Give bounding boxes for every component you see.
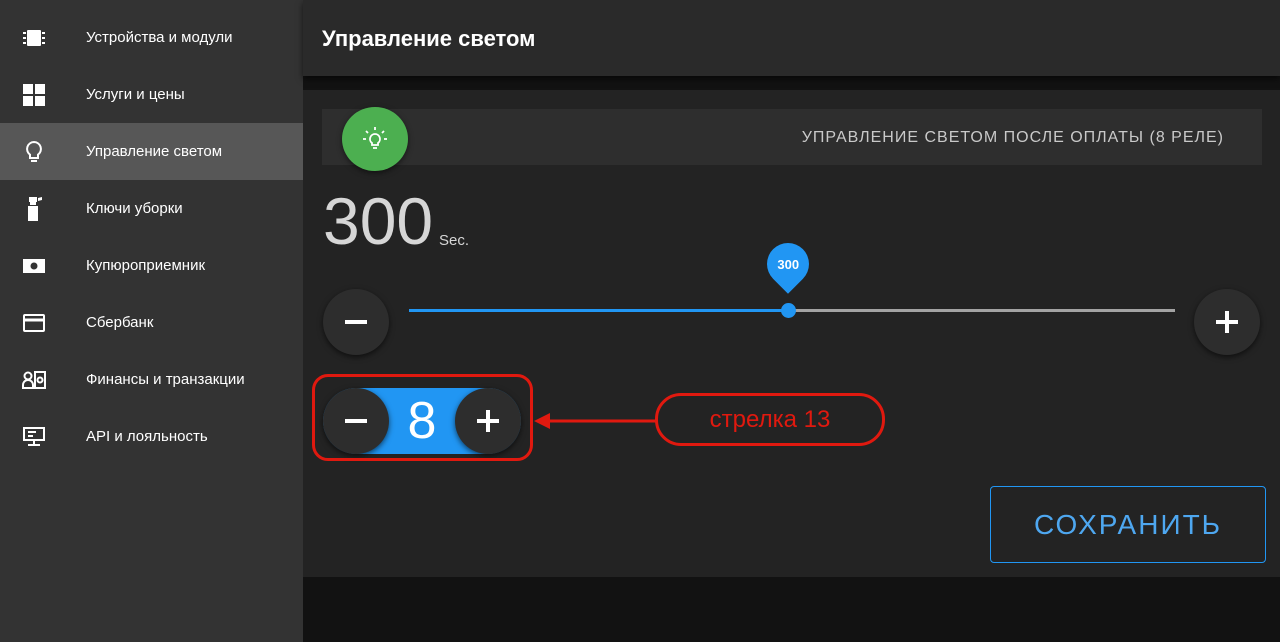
grid-icon bbox=[22, 83, 46, 107]
sidebar-item-label: API и лояльность bbox=[86, 428, 208, 445]
slider-value-bubble: 300 bbox=[758, 234, 818, 294]
credit-card-icon bbox=[22, 311, 46, 335]
spray-bottle-icon bbox=[22, 196, 46, 221]
lightbulb-icon bbox=[22, 140, 46, 164]
time-slider[interactable]: 300 bbox=[409, 234, 1175, 318]
sidebar-item-sberbank[interactable]: Сбербанк bbox=[0, 294, 303, 351]
top-bar: Управление светом bbox=[303, 0, 1280, 76]
decrease-time-button[interactable] bbox=[323, 289, 389, 355]
relay-count-stepper: 8 bbox=[323, 388, 521, 454]
monitor-icon bbox=[22, 425, 46, 449]
sidebar-item-cleaning-keys[interactable]: Ключи уборки bbox=[0, 180, 303, 237]
plus-icon bbox=[477, 410, 499, 432]
increase-relay-button[interactable] bbox=[455, 388, 521, 454]
annotation-label: стрелка 13 bbox=[655, 393, 885, 446]
sidebar-item-label: Устройства и модули bbox=[86, 29, 233, 46]
increase-time-button[interactable] bbox=[1194, 289, 1260, 355]
sidebar-item-devices[interactable]: Устройства и модули bbox=[0, 9, 303, 66]
sidebar-item-label: Купюроприемник bbox=[86, 257, 206, 274]
sidebar-item-label: Сбербанк bbox=[86, 314, 154, 331]
page-title: Управление светом bbox=[322, 26, 536, 51]
sidebar-item-label: Финансы и транзакции bbox=[86, 371, 245, 388]
decrease-relay-button[interactable] bbox=[323, 388, 389, 454]
chip-icon bbox=[22, 26, 46, 50]
banknote-icon bbox=[22, 254, 46, 278]
slider-fill bbox=[409, 309, 789, 312]
minus-icon bbox=[345, 419, 367, 423]
card-header: УПРАВЛЕНИЕ СВЕТОМ ПОСЛЕ ОПЛАТЫ (8 РЕЛЕ) bbox=[322, 109, 1262, 165]
annotation-arrow-icon bbox=[534, 413, 657, 429]
sidebar-item-label: Ключи уборки bbox=[86, 200, 183, 217]
sidebar-item-services[interactable]: Услуги и цены bbox=[0, 66, 303, 123]
sidebar-item-light-control[interactable]: Управление светом bbox=[0, 123, 303, 180]
time-unit: Sec. bbox=[439, 232, 470, 249]
lightbulb-icon bbox=[342, 107, 408, 171]
relay-count-value: 8 bbox=[407, 392, 437, 450]
card-title: УПРАВЛЕНИЕ СВЕТОМ ПОСЛЕ ОПЛАТЫ (8 РЕЛЕ) bbox=[801, 129, 1224, 146]
slider-thumb[interactable] bbox=[781, 303, 797, 318]
sidebar-item-bill-acceptor[interactable]: Купюроприемник bbox=[0, 237, 303, 294]
sidebar-item-label: Услуги и цены bbox=[86, 86, 185, 103]
light-control-card: УПРАВЛЕНИЕ СВЕТОМ ПОСЛЕ ОПЛАТЫ (8 РЕЛЕ) … bbox=[303, 90, 1280, 577]
sidebar-item-finance[interactable]: Финансы и транзакции bbox=[0, 351, 303, 408]
sidebar-item-api-loyalty[interactable]: API и лояльность bbox=[0, 408, 303, 465]
sidebar-item-label: Управление светом bbox=[86, 143, 223, 160]
time-value: 300 bbox=[323, 184, 434, 258]
sidebar: Устройства и модули Услуги и цены Управл… bbox=[0, 0, 303, 642]
minus-icon bbox=[345, 320, 367, 324]
save-button[interactable]: СОХРАНИТЬ bbox=[990, 486, 1266, 563]
plus-icon bbox=[1216, 311, 1238, 333]
finance-icon bbox=[22, 368, 46, 392]
slider-value-label: 300 bbox=[777, 256, 800, 272]
